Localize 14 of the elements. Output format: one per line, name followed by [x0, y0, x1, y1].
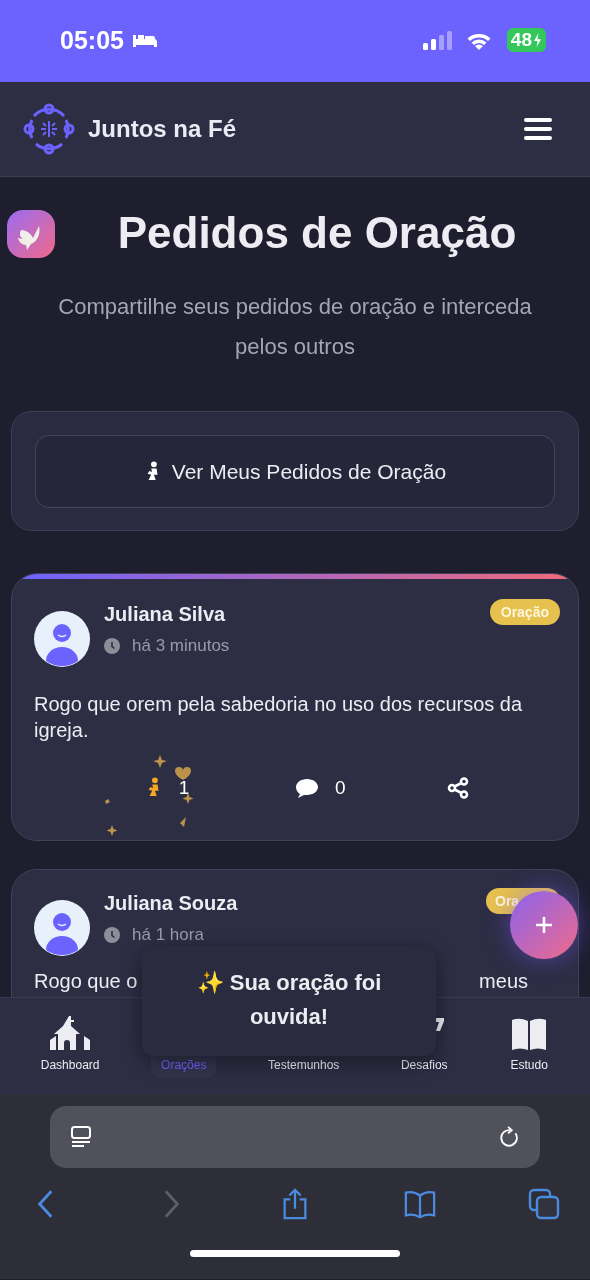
prayer-text: meus	[479, 969, 528, 994]
prayer-text: Rogo que orem pela sabedoria no uso dos recursos da igreja.	[34, 693, 523, 741]
success-toast: ✨ Sua oração foi ouvida!	[142, 946, 436, 1056]
post-time: há 1 hora	[132, 925, 204, 945]
page-title: Pedidos de Oração	[116, 207, 518, 259]
brand-name: Juntos na Fé	[88, 115, 237, 143]
category-tag: Oração	[489, 599, 560, 625]
status-time: 05:05	[60, 25, 124, 55]
page-subtitle: Compartilhe seus pedidos de oração e interceda pelos outros	[57, 293, 533, 361]
battery-indicator: 48	[506, 28, 546, 52]
prayer-text: Rogo que o	[34, 969, 138, 994]
author-name: Juliana Souza	[104, 892, 239, 915]
author-name: Juliana Silva	[104, 603, 227, 626]
post-time: há 3 minutos	[132, 636, 230, 656]
